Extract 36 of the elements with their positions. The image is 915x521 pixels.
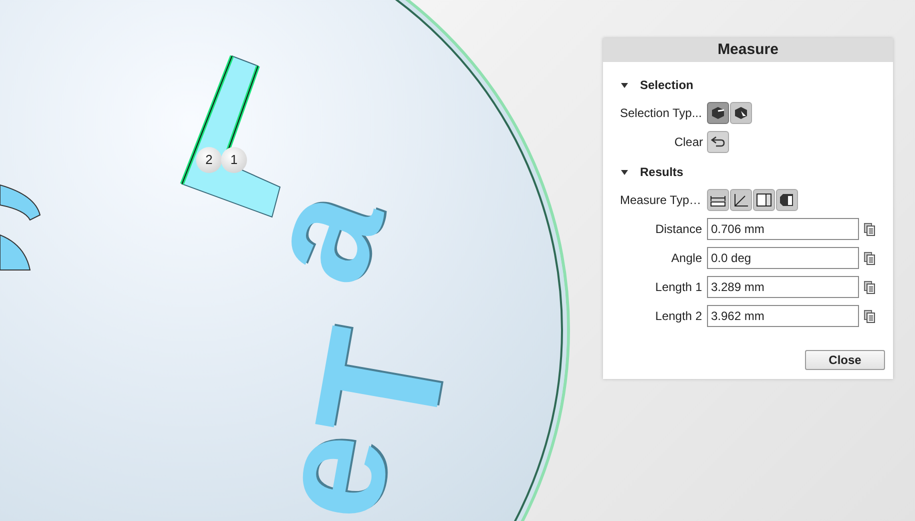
result-field[interactable]: 0.0 deg [707,247,859,269]
clear-button[interactable] [707,131,729,153]
result-field[interactable]: 3.289 mm [707,276,859,298]
model-letter: a [236,170,406,300]
field-label: Distance [654,221,703,238]
measure-type-button[interactable] [707,189,729,211]
panel-ruler-icon [756,193,772,207]
box-ruler-icon [779,193,795,207]
field-label: Clear [673,134,704,151]
copy-icon[interactable] [864,252,875,264]
measure-type-button[interactable] [730,189,752,211]
result-field[interactable]: 3.962 mm [707,305,859,327]
field-label: Selection Typ... [619,105,703,122]
measure-type-button[interactable] [753,189,775,211]
section-heading: Results [640,164,684,181]
caret-icon[interactable] [621,170,628,174]
close-button[interactable]: Close [805,350,885,370]
result-field[interactable]: 0.706 mm [707,218,859,240]
selection-type-button[interactable] [707,102,729,124]
angle-icon [733,193,749,207]
cube-pointer-icon [734,106,748,120]
section-heading: Selection [640,77,694,94]
field-label: Angle [670,250,703,267]
copy-icon[interactable] [864,280,875,294]
selection-type-button[interactable] [730,102,752,124]
ruler-icon [710,193,726,207]
caret-icon[interactable] [621,82,628,88]
measure-type-button[interactable] [776,189,798,211]
field-label: Measure Typ… [619,192,702,209]
cube-icon [711,106,725,120]
field-label: Length 2 [654,308,703,325]
copy-icon[interactable] [864,310,875,322]
panel-title: Measure [603,38,893,62]
undo-icon [711,136,725,148]
field-label: Length 1 [654,279,703,296]
copy-icon[interactable] [864,222,875,236]
